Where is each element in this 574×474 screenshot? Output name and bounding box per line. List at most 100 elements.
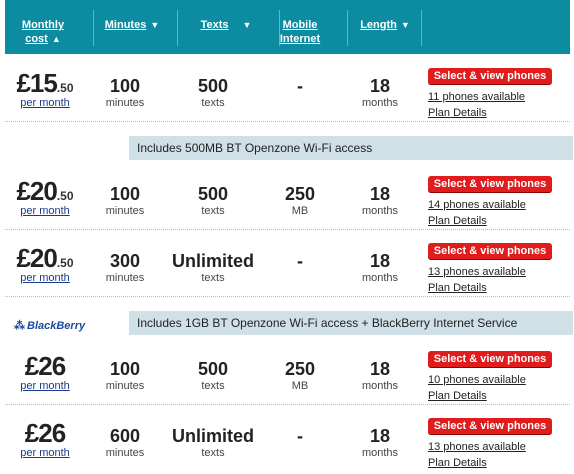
texts-value: Unlimited (171, 426, 254, 446)
minutes-cell: 600 minutes (95, 426, 155, 460)
minutes-header-label: Minutes (104, 19, 147, 31)
plan-row: £20.50 per month 300 minutes Unlimited t… (5, 235, 570, 295)
internet-cell: - (275, 426, 325, 446)
plan-details-link[interactable]: Plan Details (428, 390, 487, 402)
price-cell: £15.50 per month (10, 68, 80, 109)
sort-mobile-internet[interactable]: Mobile Internet (275, 18, 325, 46)
select-view-phones-button[interactable]: Select & view phones (428, 418, 552, 434)
price-decimal: .50 (56, 256, 74, 270)
price-decimal: .50 (56, 81, 74, 95)
texts-unit: texts (201, 97, 225, 109)
texts-cell: Unlimited texts (168, 426, 258, 460)
select-view-phones-button[interactable]: Select & view phones (428, 243, 552, 259)
length-value: 18 (369, 426, 391, 446)
texts-cell: 500 texts (173, 359, 253, 393)
header-divider (177, 10, 178, 46)
sort-down-icon: ▼ (150, 20, 160, 30)
sort-down-icon: ▼ (242, 20, 252, 30)
price-value: £26 (24, 351, 66, 381)
phones-available-link[interactable]: 10 phones available (428, 374, 526, 386)
length-unit: months (361, 97, 399, 109)
select-view-phones-button[interactable]: Select & view phones (428, 68, 552, 84)
price-cell: £26 per month (10, 418, 80, 459)
length-value: 18 (369, 359, 391, 379)
length-cell: 18 months (350, 184, 410, 218)
per-month-link[interactable]: per month (10, 97, 80, 109)
phones-available-link[interactable]: 13 phones available (428, 441, 526, 453)
minutes-cell: 100 minutes (95, 359, 155, 393)
length-cell: 18 months (350, 426, 410, 460)
length-cell: 18 months (350, 76, 410, 110)
length-value: 18 (369, 76, 391, 96)
per-month-link[interactable]: per month (10, 447, 80, 459)
internet-value: - (297, 251, 303, 271)
per-month-link[interactable]: per month (10, 205, 80, 217)
plan-details-link[interactable]: Plan Details (428, 457, 487, 469)
minutes-value: 100 (109, 76, 141, 96)
texts-unit: texts (201, 447, 225, 459)
price-decimal: .50 (56, 189, 74, 203)
plan-row: £15.50 per month 100 minutes 500 texts -… (5, 60, 570, 120)
blackberry-logo: ⁂ BlackBerry (14, 319, 85, 332)
phones-available-link[interactable]: 14 phones available (428, 199, 526, 211)
sort-minutes[interactable]: Minutes ▼ (97, 18, 167, 32)
texts-unit: texts (201, 380, 225, 392)
plan-details-link[interactable]: Plan Details (428, 282, 487, 294)
minutes-unit: minutes (105, 205, 145, 217)
per-month-link[interactable]: per month (10, 380, 80, 392)
per-month-link[interactable]: per month (10, 272, 80, 284)
plan-details-link[interactable]: Plan Details (428, 215, 487, 227)
row-divider (5, 404, 570, 405)
internet-cell: - (275, 251, 325, 271)
header-divider (93, 10, 94, 46)
minutes-cell: 100 minutes (95, 184, 155, 218)
minutes-value: 300 (109, 251, 141, 271)
length-unit: months (361, 205, 399, 217)
texts-value: 500 (197, 76, 229, 96)
minutes-value: 100 (109, 184, 141, 204)
wifi-info-band: Includes 500MB BT Openzone Wi-Fi access (129, 136, 573, 160)
sort-down-icon: ▼ (400, 20, 410, 30)
phones-available-link[interactable]: 11 phones available (428, 91, 525, 103)
price-cell: £20.50 per month (10, 176, 80, 217)
minutes-unit: minutes (105, 447, 145, 459)
texts-value: 500 (197, 184, 229, 204)
blackberry-logo-text: BlackBerry (27, 320, 86, 332)
internet-value: - (297, 426, 303, 446)
price-cell: £26 per month (10, 351, 80, 392)
select-view-phones-button[interactable]: Select & view phones (428, 176, 552, 192)
length-unit: months (361, 447, 399, 459)
select-view-phones-button[interactable]: Select & view phones (428, 351, 552, 367)
sort-monthly-cost[interactable]: Monthly cost ▲ (13, 18, 73, 46)
minutes-unit: minutes (105, 97, 145, 109)
plan-row: £20.50 per month 100 minutes 500 texts 2… (5, 168, 570, 228)
texts-value: 500 (197, 359, 229, 379)
price-cell: £20.50 per month (10, 243, 80, 284)
sort-up-icon: ▲ (51, 34, 61, 44)
sort-texts[interactable]: Texts ▼ (183, 18, 269, 32)
table-header: Monthly cost ▲ Minutes ▼ Texts ▼ Mobile Int… (5, 0, 570, 54)
plan-details-link[interactable]: Plan Details (428, 107, 487, 119)
internet-unit: MB (291, 380, 309, 392)
internet-value: - (297, 76, 303, 96)
texts-header-label: Texts (200, 19, 229, 31)
mobile-internet-header-label: Mobile Internet (279, 19, 321, 45)
wifi-info-band: Includes 1GB BT Openzone Wi-Fi access + … (129, 311, 573, 335)
texts-cell: Unlimited texts (168, 251, 258, 285)
phones-available-link[interactable]: 13 phones available (428, 266, 526, 278)
price-value: £15 (16, 68, 57, 98)
texts-cell: 500 texts (173, 76, 253, 110)
plan-row: £26 per month 600 minutes Unlimited text… (5, 410, 570, 470)
texts-value: Unlimited (171, 251, 254, 271)
texts-unit: texts (201, 272, 225, 284)
length-value: 18 (369, 184, 391, 204)
minutes-cell: 100 minutes (95, 76, 155, 110)
price-value: £20 (16, 243, 57, 273)
blackberry-icon: ⁂ (14, 320, 25, 332)
texts-cell: 500 texts (173, 184, 253, 218)
sort-length[interactable]: Length ▼ (355, 18, 415, 32)
length-unit: months (361, 272, 399, 284)
minutes-unit: minutes (105, 272, 145, 284)
header-divider (421, 10, 422, 46)
internet-value: 250 (284, 184, 316, 204)
